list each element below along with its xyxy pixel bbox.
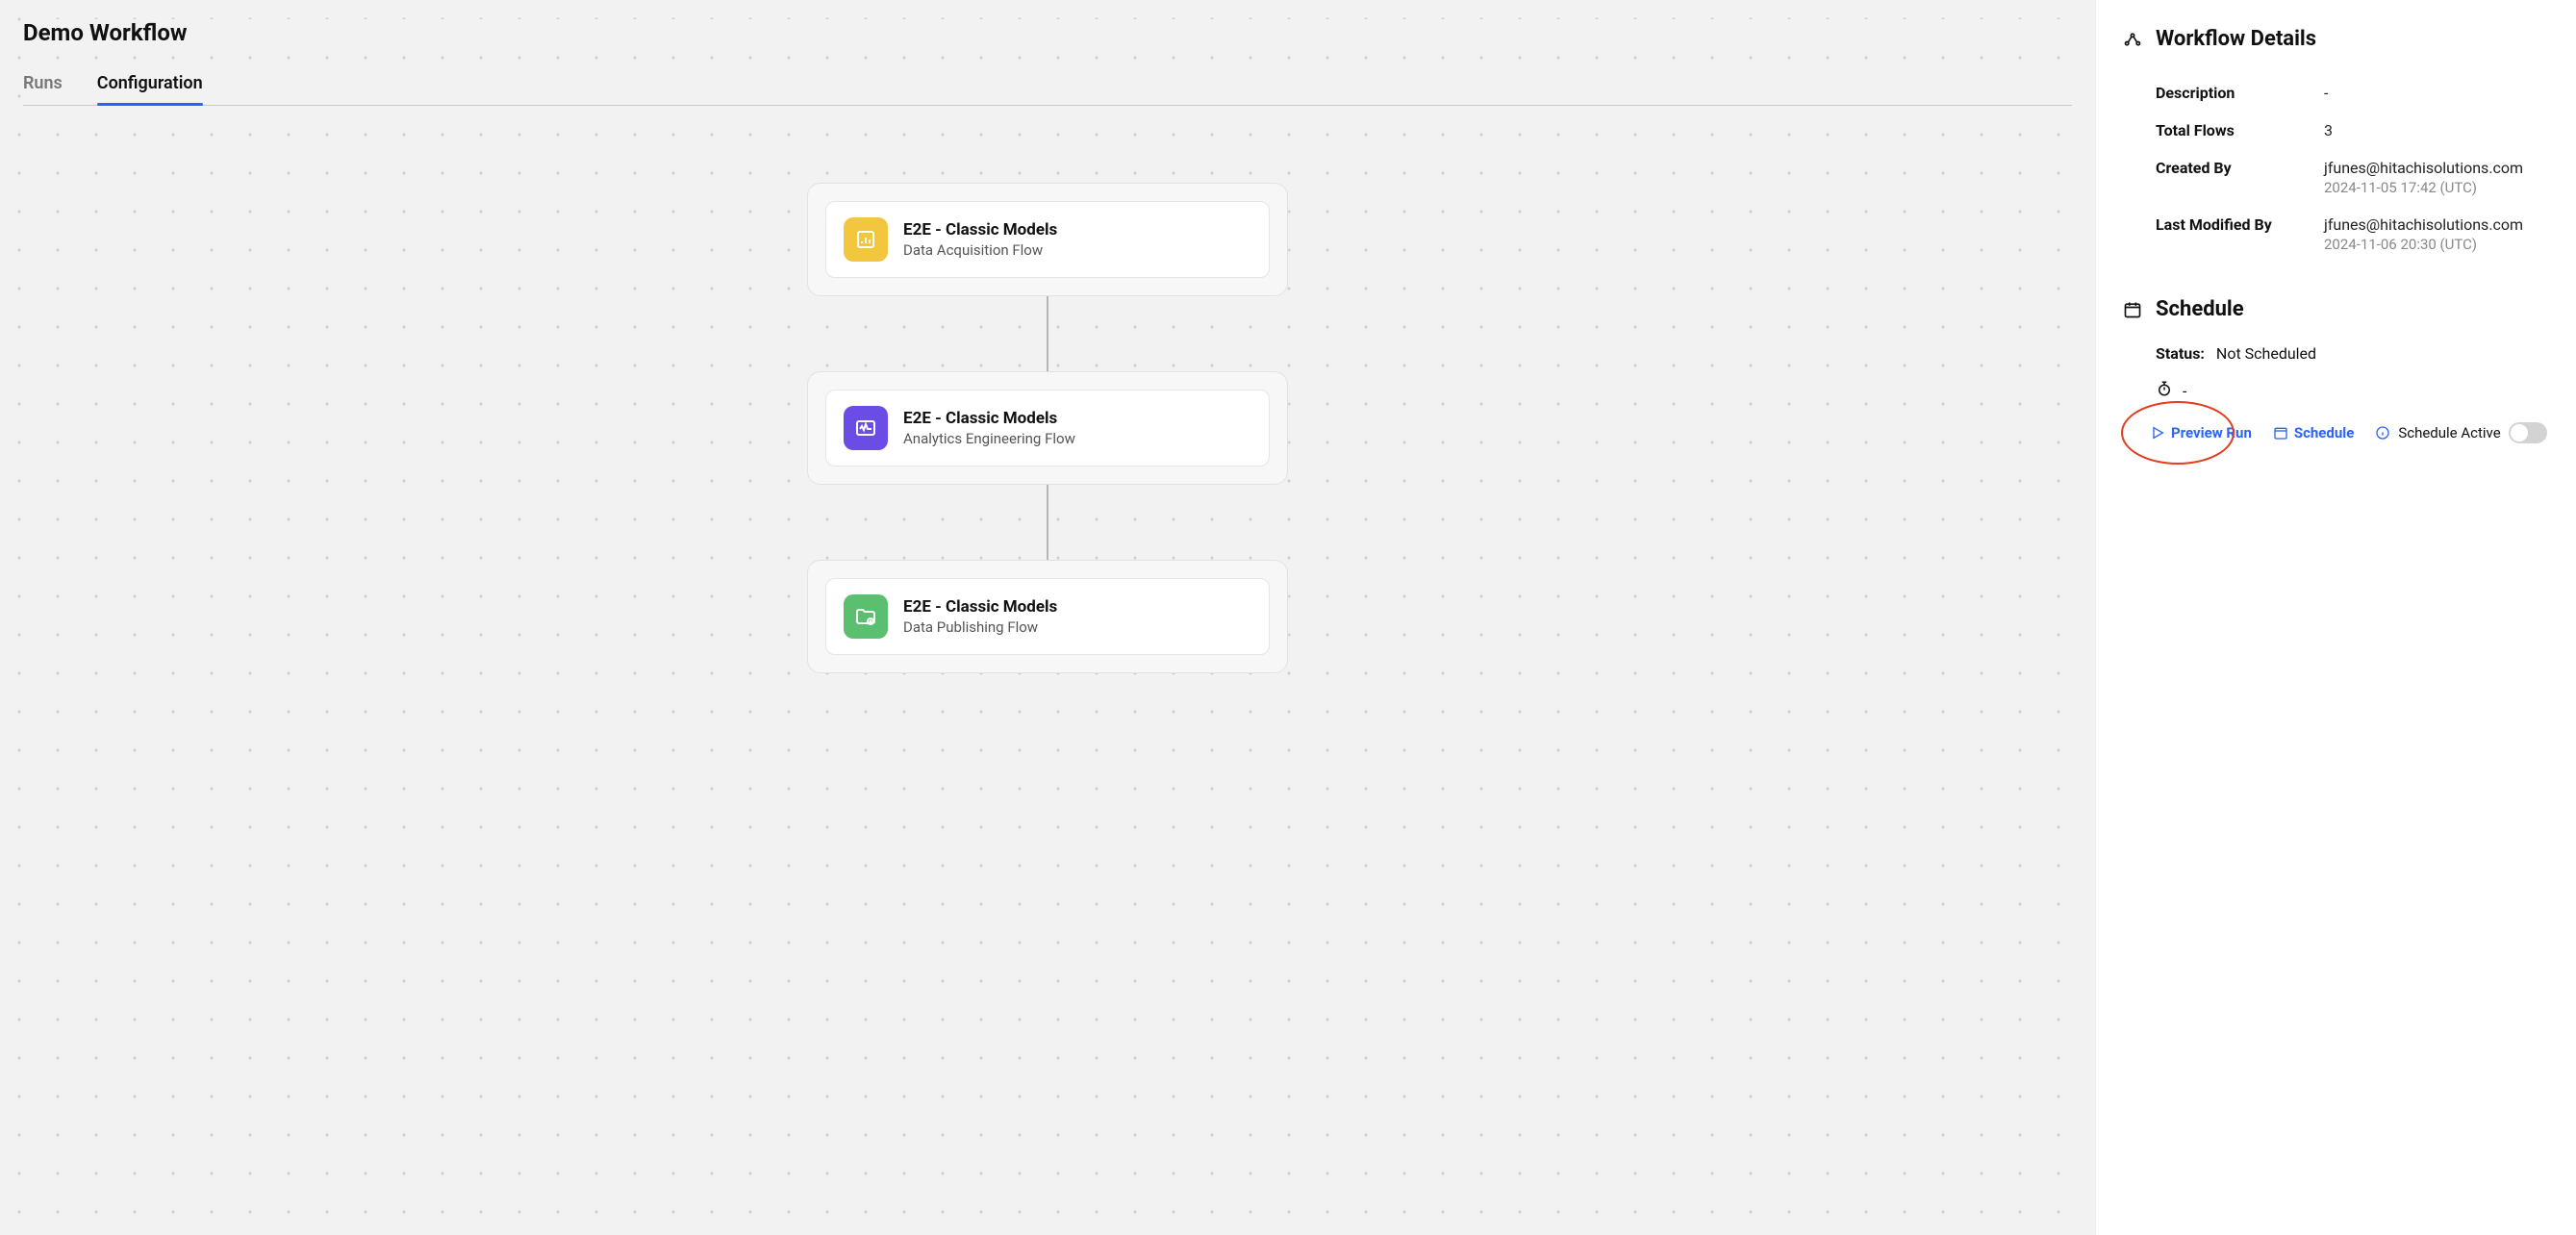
flow-stack: E2E - Classic Models Data Acquisition Fl… [807,183,1288,673]
preview-run-button[interactable]: Preview Run [2150,424,2252,441]
detail-subvalue: 2024-11-06 20:30 (UTC) [2324,236,2549,253]
detail-row-total-flows: Total Flows 3 [2123,112,2549,149]
flow-node-inner: E2E - Classic Models Analytics Engineeri… [825,390,1270,466]
flow-node[interactable]: E2E - Classic Models Analytics Engineeri… [807,371,1288,485]
detail-value: jfunes@hitachisolutions.com [2324,215,2549,234]
detail-label: Description [2156,84,2324,102]
calendar-small-icon [2273,425,2288,441]
details-panel: Workflow Details Description - Total Flo… [2095,0,2576,1235]
detail-label: Created By [2156,159,2324,196]
detail-subvalue: 2024-11-05 17:42 (UTC) [2324,179,2549,196]
workflow-canvas-panel: Demo Workflow Runs Configuration E2E - C… [0,0,2095,1235]
stopwatch-icon [2156,380,2173,401]
play-icon [2150,425,2165,441]
schedule-label: Schedule [2294,424,2354,441]
tab-runs[interactable]: Runs [23,73,63,105]
flow-node-inner: E2E - Classic Models Data Publishing Flo… [825,578,1270,655]
detail-value: - [2324,84,2549,102]
calendar-icon [2123,300,2142,319]
workflow-canvas[interactable]: E2E - Classic Models Data Acquisition Fl… [23,106,2072,1216]
flow-node[interactable]: E2E - Classic Models Data Publishing Flo… [807,560,1288,673]
flow-node-subtitle: Data Publishing Flow [903,618,1057,636]
detail-row-description: Description - [2123,74,2549,112]
timer-value: - [2183,382,2186,400]
schedule-header: Schedule [2123,297,2549,321]
flow-connector [1047,485,1048,560]
detail-value: jfunes@hitachisolutions.com [2324,159,2549,177]
schedule-button[interactable]: Schedule [2273,424,2354,441]
detail-row-created-by: Created By jfunes@hitachisolutions.com 2… [2123,149,2549,206]
status-value: Not Scheduled [2216,344,2316,363]
schedule-active-label: Schedule Active [2398,424,2500,441]
info-icon [2375,425,2390,441]
page-title: Demo Workflow [23,19,2072,46]
folder-icon [844,594,888,639]
section-title: Schedule [2156,297,2244,321]
schedule-active-toggle[interactable] [2509,422,2547,443]
flow-node-inner: E2E - Classic Models Data Acquisition Fl… [825,201,1270,278]
schedule-status: Status: Not Scheduled [2123,344,2549,363]
schedule-timer: - [2123,380,2549,401]
workflow-icon [2123,30,2142,49]
tabs: Runs Configuration [23,73,2072,106]
flow-node-title: E2E - Classic Models [903,220,1057,239]
flow-node-subtitle: Analytics Engineering Flow [903,430,1075,447]
chart-icon [844,217,888,262]
preview-run-label: Preview Run [2171,424,2252,441]
details-header: Workflow Details [2123,27,2549,51]
detail-label: Total Flows [2156,121,2324,139]
flow-node-subtitle: Data Acquisition Flow [903,241,1057,259]
status-label: Status: [2156,344,2205,363]
flow-connector [1047,296,1048,371]
detail-row-modified-by: Last Modified By jfunes@hitachisolutions… [2123,206,2549,263]
schedule-actions: Preview Run Schedule Schedule Active [2123,422,2549,443]
flow-node-title: E2E - Classic Models [903,409,1075,428]
detail-value: 3 [2324,121,2549,139]
pulse-icon [844,406,888,450]
tab-configuration[interactable]: Configuration [97,73,203,105]
detail-label: Last Modified By [2156,215,2324,253]
section-title: Workflow Details [2156,27,2316,51]
flow-node[interactable]: E2E - Classic Models Data Acquisition Fl… [807,183,1288,296]
flow-node-title: E2E - Classic Models [903,597,1057,617]
